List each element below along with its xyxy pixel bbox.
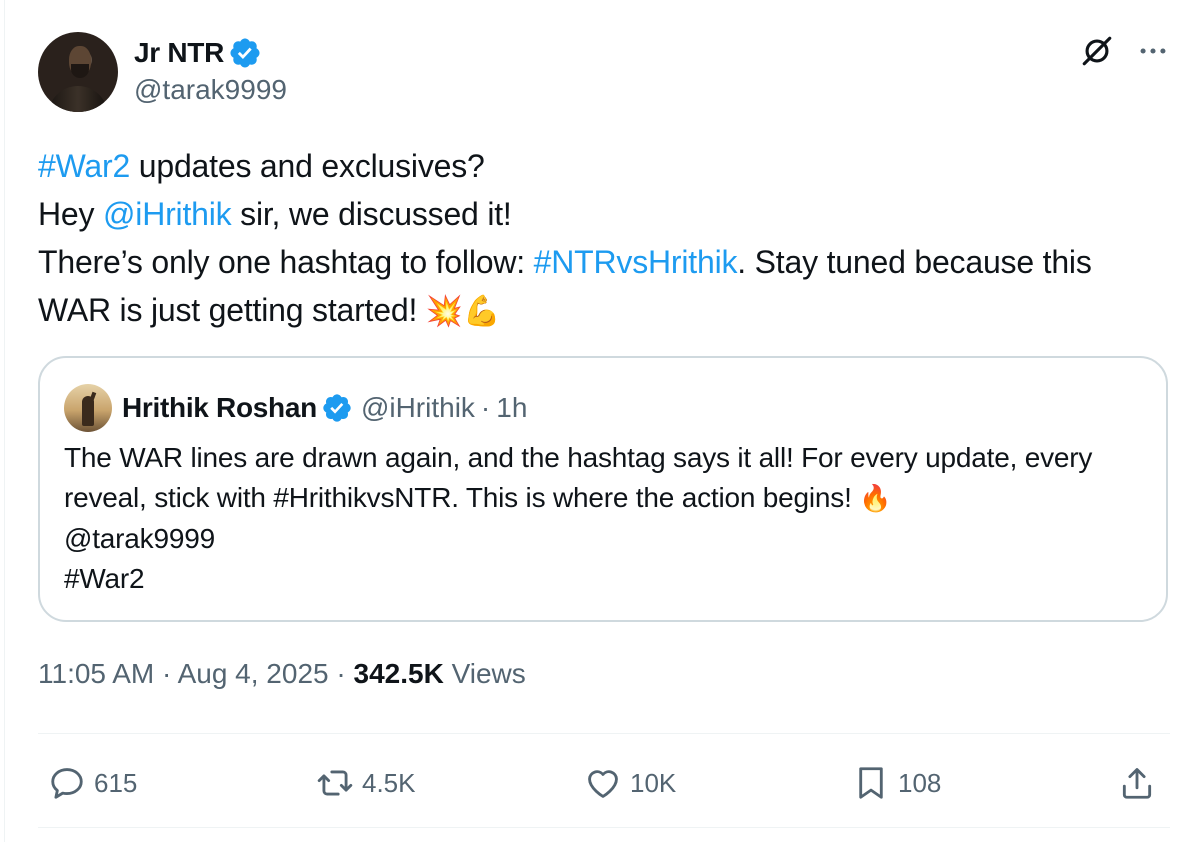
reply-count: 615 — [94, 767, 138, 798]
divider — [38, 733, 1170, 734]
quoted-author-avatar[interactable] — [64, 384, 112, 432]
separator-dot: · — [328, 658, 354, 689]
top-actions — [1080, 34, 1170, 68]
quoted-text-body: The WAR lines are drawn again, and the h… — [64, 442, 1093, 513]
grok-icon[interactable] — [1080, 34, 1114, 68]
hashtag-link[interactable]: #NTRvsHrithik — [534, 244, 738, 280]
verified-badge-icon — [323, 394, 351, 422]
quoted-time[interactable]: 1h — [496, 392, 527, 424]
repost-icon — [317, 770, 353, 796]
separator-dot: · — [154, 658, 178, 689]
bookmark-icon — [859, 767, 883, 799]
fire-emoji: 🔥 — [859, 484, 892, 514]
quoted-tweet-header: Hrithik Roshan @iHrithik · 1h — [64, 384, 527, 432]
author-avatar[interactable] — [38, 32, 118, 112]
views-count: 342.5K — [353, 658, 444, 689]
repost-count: 4.5K — [362, 767, 416, 798]
bookmark-button[interactable]: 108 — [852, 750, 941, 816]
reply-icon — [51, 768, 83, 799]
views-label: Views — [443, 658, 526, 689]
left-border — [4, 0, 5, 842]
tweet-line-1: #War2 updates and exclusives? — [38, 142, 1168, 190]
tweet-text-segment: updates and exclusives? — [130, 148, 485, 184]
quoted-tweet-card[interactable]: Hrithik Roshan @iHrithik · 1h The WAR li… — [38, 356, 1168, 622]
divider — [38, 827, 1170, 828]
collision-muscle-emoji: 💥💪 — [425, 294, 501, 329]
tweet-date[interactable]: Aug 4, 2025 — [178, 658, 329, 689]
quoted-author-name[interactable]: Hrithik Roshan — [122, 392, 317, 424]
hashtag-link[interactable]: #War2 — [38, 148, 130, 184]
quoted-mention: @tarak9999 — [64, 523, 215, 554]
more-icon[interactable] — [1136, 34, 1170, 68]
tweet-text-segment: Hey — [38, 196, 103, 232]
author-handle[interactable]: @tarak9999 — [134, 74, 287, 106]
quoted-tweet-text: The WAR lines are drawn again, and the h… — [64, 438, 1144, 599]
author-name[interactable]: Jr NTR — [134, 37, 224, 69]
separator-dot: · — [480, 392, 491, 423]
tweet-time[interactable]: 11:05 AM — [38, 658, 154, 689]
share-button[interactable] — [1118, 750, 1156, 816]
action-bar: 615 4.5K 10K 108 — [0, 750, 1204, 816]
tweet-line-2: Hey @iHrithik sir, we discussed it! — [38, 190, 1168, 238]
tweet-text-segment: There’s only one hashtag to follow: — [38, 244, 534, 280]
quoted-hashtag: #War2 — [64, 563, 145, 594]
tweet-text: #War2 updates and exclusives? Hey @iHrit… — [38, 142, 1168, 336]
like-count: 10K — [630, 767, 677, 798]
author-name-row[interactable]: Jr NTR — [134, 36, 262, 70]
tweet-meta: 11:05 AM · Aug 4, 2025 · 342.5K Views — [38, 658, 526, 690]
verified-badge-icon — [230, 38, 260, 68]
like-icon — [588, 770, 618, 798]
bookmark-count: 108 — [898, 767, 942, 798]
reply-button[interactable]: 615 — [48, 750, 137, 816]
tweet-line-3: There’s only one hashtag to follow: #NTR… — [38, 238, 1168, 336]
like-button[interactable]: 10K — [584, 750, 676, 816]
tweet-text-segment: sir, we discussed it! — [231, 196, 512, 232]
mention-link[interactable]: @iHrithik — [103, 196, 232, 232]
quoted-author-handle[interactable]: @iHrithik — [361, 392, 475, 424]
repost-button[interactable]: 4.5K — [316, 750, 416, 816]
share-icon — [1122, 768, 1152, 799]
